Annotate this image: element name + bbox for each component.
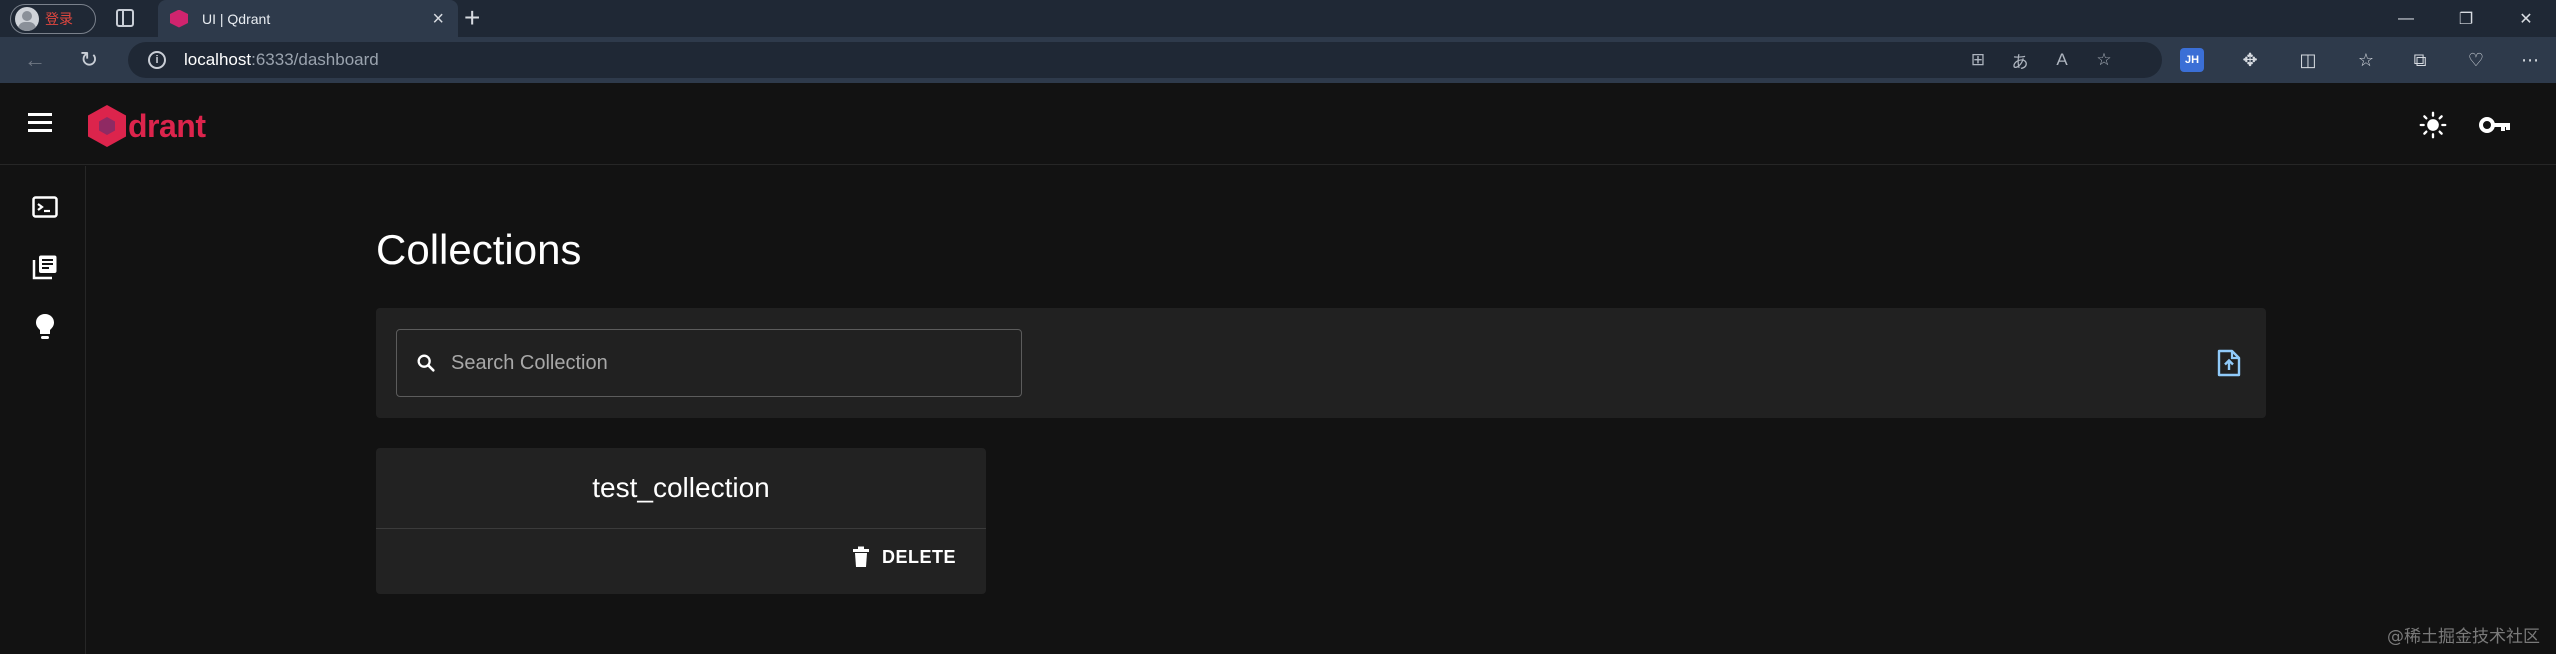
browser-tab-strip: 登录 UI | Qdrant × + — ❐ ✕ <box>0 0 2556 37</box>
delete-label: DELETE <box>881 546 956 567</box>
search-field[interactable] <box>396 329 1022 397</box>
api-key-icon[interactable] <box>2478 110 2512 140</box>
translate-icon[interactable]: あ <box>2006 46 2034 74</box>
app-header: drant <box>0 83 2556 165</box>
trash-icon <box>852 546 869 567</box>
url-path: :6333/dashboard <box>251 50 379 69</box>
restore-icon[interactable]: ❐ <box>2436 0 2496 37</box>
collection-name[interactable]: test_collection <box>376 448 986 528</box>
qdrant-logo-mark-icon <box>88 105 126 147</box>
watermark-text: @稀土掘金技术社区 <box>2387 627 2540 647</box>
browser-essentials-icon[interactable]: ♡ <box>2462 46 2490 74</box>
app-available-icon[interactable]: ⊞ <box>1964 46 1992 74</box>
collections-library-icon[interactable] <box>28 250 62 284</box>
collections-icon[interactable]: ⧉ <box>2406 46 2434 74</box>
upload-snapshot-icon[interactable] <box>2214 348 2244 378</box>
site-info-icon[interactable]: i <box>148 51 166 69</box>
delete-button[interactable]: DELETE <box>852 546 956 568</box>
collection-card[interactable]: test_collection DELETE <box>376 448 986 594</box>
brand-name: drant <box>128 107 206 144</box>
search-input[interactable] <box>451 351 991 375</box>
search-icon <box>417 354 435 372</box>
theme-toggle-sun-icon[interactable] <box>2418 110 2448 140</box>
minimize-icon[interactable]: — <box>2376 0 2436 37</box>
read-aloud-icon[interactable]: A <box>2048 46 2076 74</box>
back-icon[interactable]: ← <box>20 45 50 75</box>
tutorial-lightbulb-icon[interactable] <box>28 310 62 344</box>
favorites-icon[interactable]: ☆ <box>2352 46 2380 74</box>
extension-jh-icon[interactable]: JH <box>2180 48 2204 72</box>
browser-toolbar: ← ↻ i localhost:6333/dashboard ⊞ あ A ☆ J… <box>0 37 2556 83</box>
profile-button[interactable]: 登录 <box>10 4 96 34</box>
refresh-icon[interactable]: ↻ <box>74 45 104 75</box>
url-text: localhost:6333/dashboard <box>184 50 379 70</box>
tab-close-icon[interactable]: × <box>432 9 444 29</box>
page-title: Collections <box>376 226 582 273</box>
card-divider <box>376 528 986 529</box>
favorite-star-icon[interactable]: ☆ <box>2090 46 2118 74</box>
extensions-icon[interactable]: ✥ <box>2236 46 2264 74</box>
avatar-icon <box>15 7 39 31</box>
new-tab-icon[interactable]: + <box>464 2 480 34</box>
main-content: Collections test_collection DELETE <box>86 166 2556 654</box>
address-bar[interactable]: i localhost:6333/dashboard <box>128 42 2162 78</box>
tab-qdrant[interactable]: UI | Qdrant × <box>158 0 458 37</box>
tab-actions-icon[interactable] <box>116 9 134 27</box>
window-close-icon[interactable]: ✕ <box>2496 0 2556 37</box>
sidebar <box>0 166 86 654</box>
profile-label: 登录 <box>45 11 73 27</box>
qdrant-favicon-icon <box>170 9 188 28</box>
console-icon[interactable] <box>28 190 62 224</box>
url-host: localhost <box>184 50 252 69</box>
qdrant-logo[interactable]: drant <box>88 105 206 147</box>
search-panel <box>376 308 2266 418</box>
more-options-icon[interactable]: ⋯ <box>2516 46 2544 74</box>
tab-title: UI | Qdrant <box>202 10 271 27</box>
menu-icon[interactable] <box>28 113 52 133</box>
split-screen-icon[interactable]: ◫ <box>2294 46 2322 74</box>
